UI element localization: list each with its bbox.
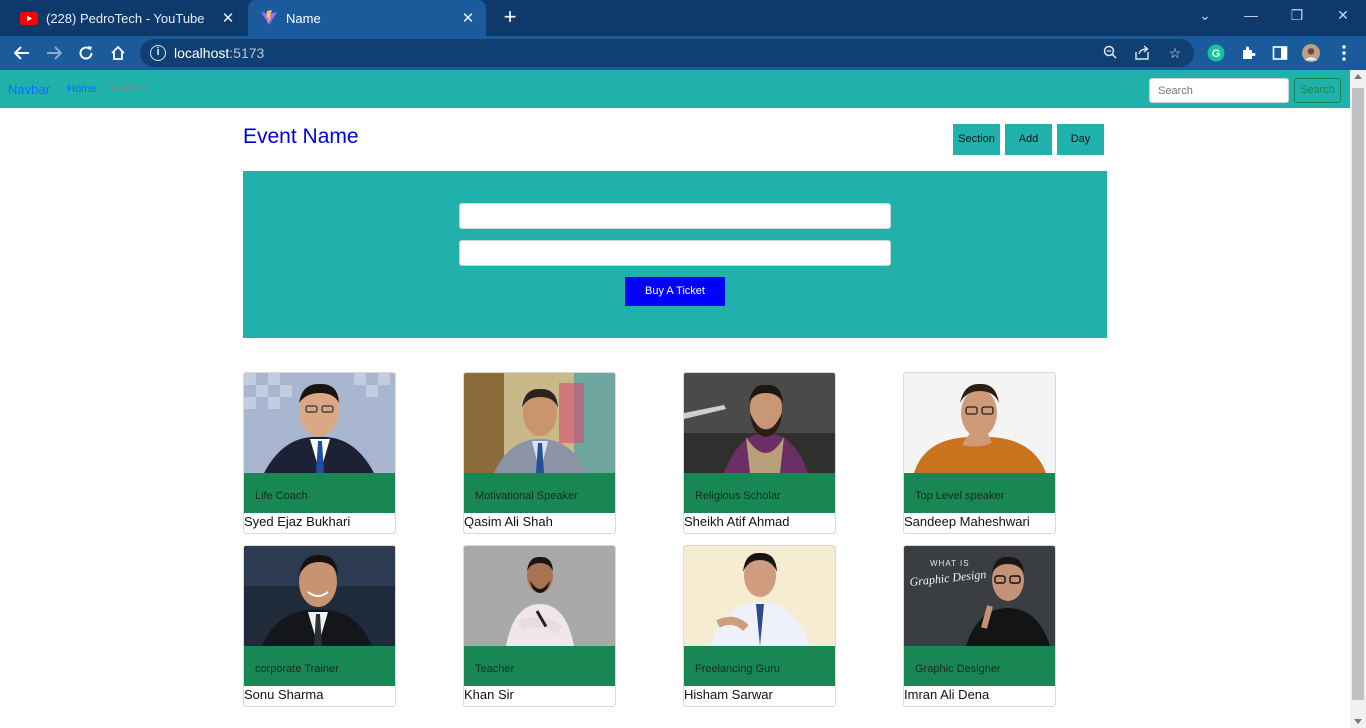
site-info-icon[interactable]: i bbox=[150, 45, 166, 61]
svg-text:G: G bbox=[1212, 48, 1221, 60]
page-scrollbar[interactable] bbox=[1350, 70, 1366, 728]
speaker-photo bbox=[244, 373, 395, 473]
day-button[interactable]: Day bbox=[1057, 124, 1104, 155]
section-button[interactable]: Section bbox=[953, 124, 1000, 155]
youtube-icon bbox=[20, 9, 38, 27]
minimize-icon[interactable]: — bbox=[1228, 0, 1274, 30]
speaker-role: Religious Scholar bbox=[684, 473, 835, 513]
browser-toolbar: i localhost:5173 ☆ G bbox=[0, 36, 1366, 70]
tab-name[interactable]: Name ✕ bbox=[248, 0, 486, 36]
new-tab-button[interactable]: + bbox=[498, 6, 522, 30]
close-icon[interactable]: ✕ bbox=[456, 6, 480, 30]
scrollbar-thumb[interactable] bbox=[1352, 88, 1364, 700]
ticket-input-1[interactable] bbox=[459, 203, 891, 229]
nav-link-disabled: Disabled bbox=[106, 83, 149, 95]
nav-link-home[interactable]: Home bbox=[67, 83, 96, 95]
tab-youtube[interactable]: (228) PedroTech - YouTube ✕ bbox=[8, 0, 246, 36]
speaker-name: Sandeep Maheshwari bbox=[904, 514, 1030, 529]
url-text: localhost:5173 bbox=[174, 45, 265, 61]
search-input[interactable] bbox=[1149, 78, 1289, 103]
speaker-card[interactable]: Freelancing Guru Hisham Sarwar bbox=[683, 545, 836, 707]
speaker-card[interactable]: Teacher Khan Sir bbox=[463, 545, 616, 707]
speaker-photo bbox=[684, 546, 835, 646]
tab-title: Name bbox=[286, 10, 321, 26]
speaker-card[interactable]: Motivational Speaker Qasim Ali Shah bbox=[463, 372, 616, 534]
speaker-card[interactable]: Life Coach Syed Ejaz Bukhari bbox=[243, 372, 396, 534]
search-button[interactable]: Search bbox=[1294, 78, 1341, 103]
back-icon[interactable] bbox=[9, 40, 35, 66]
speaker-role: Graphic Designer bbox=[904, 646, 1055, 686]
tab-search-icon[interactable]: ⌄ bbox=[1182, 0, 1228, 30]
share-icon[interactable] bbox=[1134, 45, 1150, 61]
reload-icon[interactable] bbox=[73, 40, 99, 66]
speaker-photo bbox=[464, 373, 615, 473]
scroll-down-icon[interactable] bbox=[1354, 719, 1362, 724]
speaker-name: Hisham Sarwar bbox=[684, 687, 773, 702]
tab-title: (228) PedroTech - YouTube bbox=[46, 10, 205, 26]
speaker-role: Freelancing Guru bbox=[684, 646, 835, 686]
speaker-photo bbox=[464, 546, 615, 646]
scroll-up-icon[interactable] bbox=[1354, 74, 1362, 79]
speaker-card[interactable]: WHAT IS Graphic Design Graphic Designer … bbox=[903, 545, 1056, 707]
avatar[interactable] bbox=[1302, 44, 1320, 62]
speaker-role: Teacher bbox=[464, 646, 615, 686]
browser-tab-bar: (228) PedroTech - YouTube ✕ Name ✕ + ⌄ —… bbox=[0, 0, 1366, 36]
zoom-icon[interactable] bbox=[1102, 45, 1118, 61]
menu-dots-icon[interactable] bbox=[1335, 44, 1353, 62]
bookmark-star-icon[interactable]: ☆ bbox=[1167, 45, 1183, 61]
window-close-icon[interactable]: ✕ bbox=[1320, 0, 1366, 30]
speaker-card[interactable]: Top Level speaker Sandeep Maheshwari bbox=[903, 372, 1056, 534]
speaker-card[interactable]: Religious Scholar Sheikh Atif Ahmad bbox=[683, 372, 836, 534]
ticket-input-2[interactable] bbox=[459, 240, 891, 266]
navbar-brand[interactable]: Navbar bbox=[8, 82, 50, 97]
grammarly-icon[interactable]: G bbox=[1207, 44, 1225, 62]
home-icon[interactable] bbox=[105, 40, 131, 66]
speaker-photo bbox=[904, 373, 1055, 473]
page-title: Event Name bbox=[243, 125, 359, 148]
side-panel-icon[interactable] bbox=[1271, 44, 1289, 62]
speaker-name: Qasim Ali Shah bbox=[464, 514, 553, 529]
speaker-name: Sonu Sharma bbox=[244, 687, 324, 702]
close-icon[interactable]: ✕ bbox=[216, 6, 240, 30]
speaker-name: Khan Sir bbox=[464, 687, 514, 702]
speaker-photo: WHAT IS Graphic Design bbox=[904, 546, 1055, 646]
speaker-photo bbox=[244, 546, 395, 646]
extensions-icon[interactable] bbox=[1239, 44, 1257, 62]
ticket-form: Buy A Ticket bbox=[243, 171, 1107, 338]
speaker-role: Top Level speaker bbox=[904, 473, 1055, 513]
restore-icon[interactable]: ❐ bbox=[1274, 0, 1320, 30]
site-navbar: Navbar Home Disabled Search bbox=[0, 70, 1350, 108]
speaker-role: Motivational Speaker bbox=[464, 473, 615, 513]
vite-icon bbox=[260, 9, 278, 27]
speaker-name: Imran Ali Dena bbox=[904, 687, 990, 702]
buy-ticket-button[interactable]: Buy A Ticket bbox=[625, 277, 725, 306]
speaker-name: Syed Ejaz Bukhari bbox=[244, 514, 351, 529]
add-button[interactable]: Add bbox=[1005, 124, 1052, 155]
speaker-card[interactable]: corporate Trainer Sonu Sharma bbox=[243, 545, 396, 707]
speaker-role: Life Coach bbox=[244, 473, 395, 513]
address-bar[interactable]: i localhost:5173 ☆ bbox=[140, 39, 1194, 67]
svg-text:WHAT IS: WHAT IS bbox=[930, 559, 970, 568]
forward-icon[interactable] bbox=[41, 40, 67, 66]
speaker-photo bbox=[684, 373, 835, 473]
speaker-role: corporate Trainer bbox=[244, 646, 395, 686]
speaker-name: Sheikh Atif Ahmad bbox=[684, 514, 790, 529]
